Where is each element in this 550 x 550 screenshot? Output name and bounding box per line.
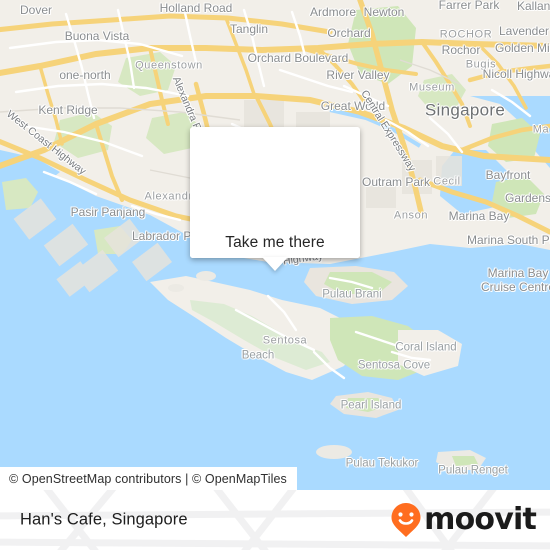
moovit-smiley-pin-icon: [391, 503, 421, 537]
map-page: Dover Holland Road Ardmore Newton Farrer Par…: [0, 0, 550, 550]
popup-pointer: [262, 257, 288, 271]
moovit-logo[interactable]: moovit: [390, 502, 537, 538]
map-viewport[interactable]: Dover Holland Road Ardmore Newton Farrer Par…: [0, 0, 550, 490]
place-title: Han's Cafe, Singapore: [20, 510, 188, 529]
map-popup-card[interactable]: Take me there: [190, 127, 360, 271]
footer-bar: Han's Cafe, Singapore moovit: [0, 490, 550, 550]
map-attribution[interactable]: © OpenStreetMap contributors | © OpenMap…: [0, 467, 297, 490]
attribution-text: © OpenStreetMap contributors | © OpenMap…: [9, 471, 287, 486]
map-pin-icon: [254, 149, 296, 207]
popup-body: Take me there: [190, 127, 360, 258]
take-me-there-button[interactable]: Take me there: [190, 228, 360, 258]
moovit-wordmark: moovit: [424, 502, 537, 537]
popup-image-area: [190, 127, 360, 228]
